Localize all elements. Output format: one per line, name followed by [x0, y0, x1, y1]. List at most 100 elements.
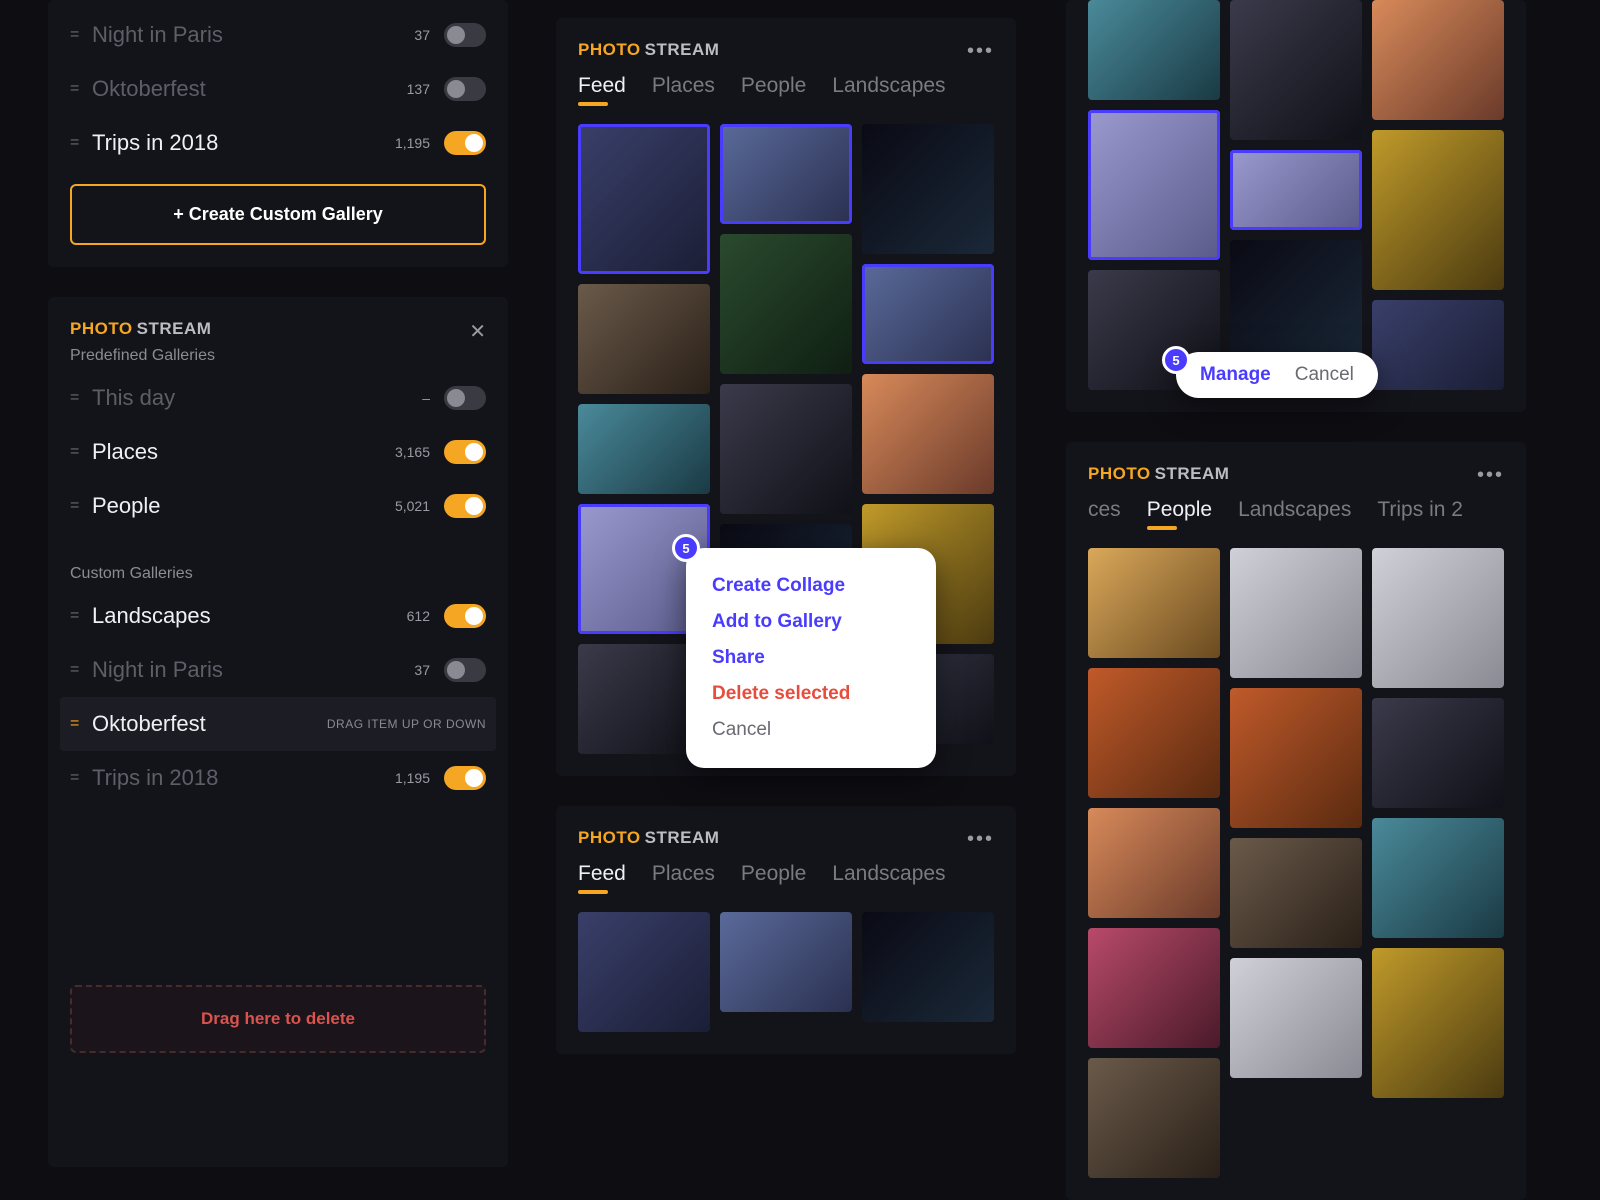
- drag-handle-icon[interactable]: =: [70, 661, 92, 679]
- gallery-item[interactable]: = Landscapes 612: [70, 589, 486, 643]
- photo-thumb[interactable]: [720, 124, 852, 224]
- gallery-item[interactable]: = Oktoberfest 137: [70, 62, 486, 116]
- photo-thumb[interactable]: [1230, 548, 1362, 678]
- photo-thumb[interactable]: [1088, 808, 1220, 918]
- photo-thumb[interactable]: [1088, 548, 1220, 658]
- drag-handle-icon[interactable]: =: [70, 80, 92, 98]
- gallery-item[interactable]: = This day –: [70, 371, 486, 425]
- gallery-toggle[interactable]: [444, 131, 486, 155]
- action-manage[interactable]: Manage: [1200, 364, 1271, 386]
- tab-places[interactable]: Places: [652, 74, 715, 106]
- photo-thumb[interactable]: [720, 234, 852, 374]
- photo-thumb[interactable]: [1088, 110, 1220, 260]
- gallery-item[interactable]: = Night in Paris 37: [70, 8, 486, 62]
- photo-thumb[interactable]: [1372, 0, 1504, 120]
- photo-thumb[interactable]: [1230, 838, 1362, 948]
- gallery-toggle[interactable]: [444, 658, 486, 682]
- photo-thumb[interactable]: [1372, 698, 1504, 808]
- tab-feed[interactable]: Feed: [578, 74, 626, 106]
- photo-thumb[interactable]: [1372, 300, 1504, 390]
- photo-thumb[interactable]: [720, 384, 852, 514]
- action-cancel[interactable]: Cancel: [1295, 364, 1354, 386]
- action-add-to-gallery[interactable]: Add to Gallery: [712, 604, 910, 640]
- photo-thumb[interactable]: [1372, 948, 1504, 1098]
- tab-feed[interactable]: Feed: [578, 862, 626, 894]
- gallery-toggle[interactable]: [444, 440, 486, 464]
- tab-people[interactable]: People: [1147, 498, 1212, 530]
- action-cancel[interactable]: Cancel: [712, 712, 910, 748]
- photo-thumb[interactable]: [1088, 928, 1220, 1048]
- drag-handle-icon[interactable]: =: [70, 26, 92, 44]
- drag-handle-icon[interactable]: =: [70, 497, 92, 515]
- tab-trips-partial[interactable]: Trips in 2: [1377, 498, 1463, 530]
- gallery-item[interactable]: = People 5,021: [70, 479, 486, 533]
- close-icon[interactable]: ✕: [469, 319, 486, 344]
- gallery-item-label: This day: [92, 385, 396, 411]
- photo-thumb[interactable]: [862, 264, 994, 364]
- action-create-collage[interactable]: Create Collage: [712, 568, 910, 604]
- gallery-item[interactable]: = Places 3,165: [70, 425, 486, 479]
- action-delete-selected[interactable]: Delete selected: [712, 676, 910, 712]
- gallery-item-label: Night in Paris: [92, 657, 396, 683]
- drag-handle-icon[interactable]: =: [70, 715, 92, 733]
- create-custom-gallery-button[interactable]: + Create Custom Gallery: [70, 184, 486, 245]
- photo-thumb[interactable]: [1230, 0, 1362, 140]
- brand-title: PHOTOSTREAM: [1088, 464, 1504, 484]
- more-icon[interactable]: •••: [967, 40, 994, 63]
- tab-people[interactable]: People: [741, 862, 806, 894]
- action-share[interactable]: Share: [712, 640, 910, 676]
- gallery-item[interactable]: = Trips in 2018 1,195: [70, 751, 486, 805]
- photo-thumb[interactable]: [578, 912, 710, 1032]
- gallery-item-count: –: [396, 390, 430, 406]
- more-icon[interactable]: •••: [967, 828, 994, 851]
- gallery-toggle[interactable]: [444, 494, 486, 518]
- drag-hint-label: DRAG ITEM UP OR DOWN: [327, 717, 486, 731]
- photo-thumb[interactable]: [1088, 1058, 1220, 1178]
- tab-landscapes[interactable]: Landscapes: [1238, 498, 1351, 530]
- tab-landscapes[interactable]: Landscapes: [832, 862, 945, 894]
- gallery-toggle[interactable]: [444, 766, 486, 790]
- gallery-toggle[interactable]: [444, 604, 486, 628]
- gallery-item-count: 612: [396, 608, 430, 624]
- gallery-item-count: 3,165: [395, 444, 430, 460]
- gallery-item-label: Oktoberfest: [92, 76, 396, 102]
- gallery-item-count: 137: [396, 81, 430, 97]
- gallery-toggle[interactable]: [444, 386, 486, 410]
- tab-landscapes[interactable]: Landscapes: [832, 74, 945, 106]
- photo-thumb[interactable]: [578, 124, 710, 274]
- tab-people[interactable]: People: [741, 74, 806, 106]
- tab-places[interactable]: Places: [652, 862, 715, 894]
- brand-title: PHOTOSTREAM: [70, 319, 486, 339]
- photo-thumb[interactable]: [1230, 150, 1362, 230]
- gallery-toggle[interactable]: [444, 23, 486, 47]
- photo-thumb[interactable]: [1372, 548, 1504, 688]
- gallery-item-count: 1,195: [395, 770, 430, 786]
- drag-handle-icon[interactable]: =: [70, 443, 92, 461]
- gallery-item-label: Trips in 2018: [92, 130, 395, 156]
- photo-thumb[interactable]: [1088, 0, 1220, 100]
- photo-thumb[interactable]: [862, 912, 994, 1022]
- photo-thumb[interactable]: [578, 284, 710, 394]
- gallery-item-dragging[interactable]: = Oktoberfest DRAG ITEM UP OR DOWN: [60, 697, 496, 751]
- gallery-toggle[interactable]: [444, 77, 486, 101]
- photo-thumb[interactable]: [578, 404, 710, 494]
- photo-thumb[interactable]: [1088, 668, 1220, 798]
- tab-places-partial[interactable]: ces: [1088, 498, 1121, 530]
- gallery-item[interactable]: = Night in Paris 37: [70, 643, 486, 697]
- photo-thumb[interactable]: [1230, 958, 1362, 1078]
- photo-thumb[interactable]: [1372, 818, 1504, 938]
- photo-thumb[interactable]: [720, 912, 852, 1012]
- photo-thumb[interactable]: [1230, 688, 1362, 828]
- photo-thumb[interactable]: [862, 124, 994, 254]
- drag-handle-icon[interactable]: =: [70, 607, 92, 625]
- gallery-item[interactable]: = Trips in 2018 1,195: [70, 116, 486, 170]
- photo-thumb[interactable]: [1372, 130, 1504, 290]
- drop-to-delete-zone[interactable]: Drag here to delete: [70, 985, 486, 1053]
- photo-thumb[interactable]: [862, 374, 994, 494]
- brand-title: PHOTOSTREAM: [578, 40, 994, 60]
- gallery-item-label: People: [92, 493, 395, 519]
- drag-handle-icon[interactable]: =: [70, 769, 92, 787]
- drag-handle-icon[interactable]: =: [70, 134, 92, 152]
- drag-handle-icon[interactable]: =: [70, 389, 92, 407]
- more-icon[interactable]: •••: [1477, 464, 1504, 487]
